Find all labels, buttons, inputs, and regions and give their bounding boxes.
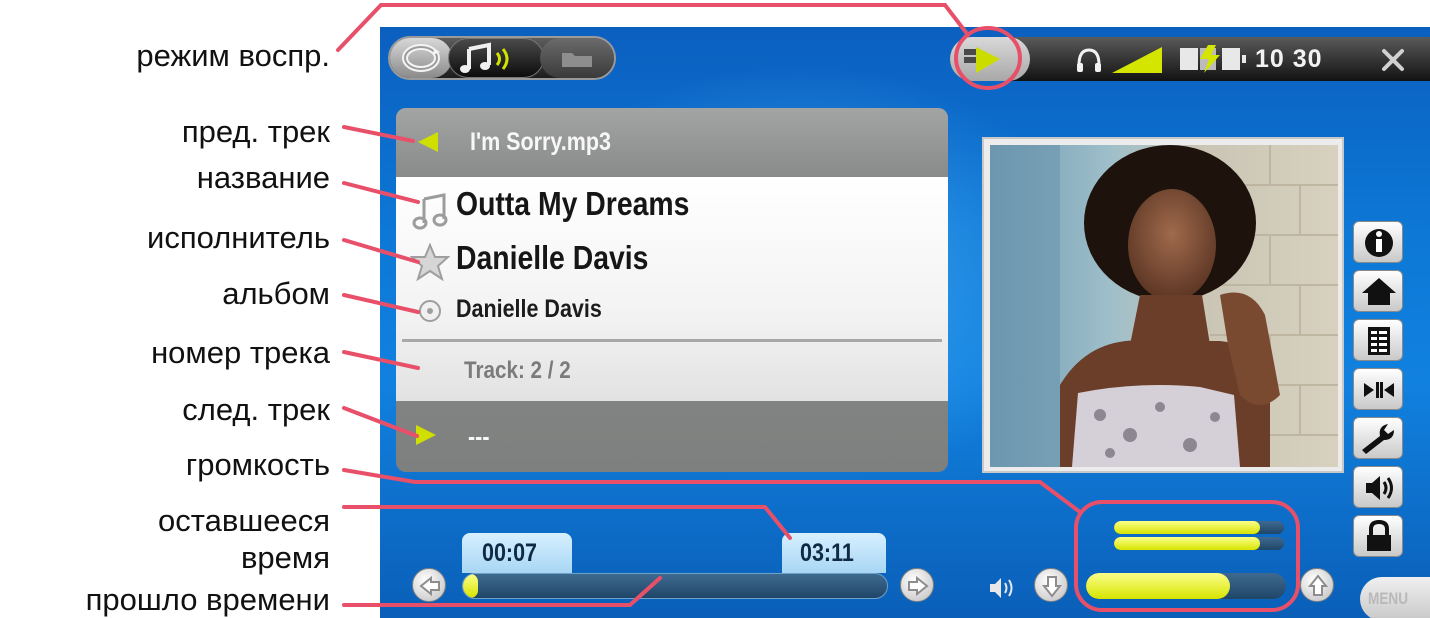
mode-folder-tab[interactable] [540,38,614,78]
player-screen: 10 30 I'm Sorry.mp3 Outta My Dreams Dani… [380,27,1430,618]
chevron-down-icon [1041,576,1063,598]
callout-title: название [196,160,330,195]
progress-bar[interactable] [462,573,888,599]
elapsed-time-tab: 00:07 [462,533,572,573]
callout-volume: громкость [185,447,330,482]
close-icon[interactable] [1380,47,1406,73]
home-icon [1362,278,1396,305]
info-divider [402,339,942,342]
callout-remaining-1: оставшееся [158,503,330,538]
chevron-right-icon [908,575,929,597]
settings-button[interactable] [1353,417,1403,459]
settings-wrench-icon [1362,424,1394,454]
track-info-panel: I'm Sorry.mp3 Outta My Dreams Danielle D… [396,108,948,472]
volume-meter-left-fill [1114,521,1261,534]
album-art [990,145,1338,467]
lock-icon [1367,519,1391,551]
disc-icon [419,300,441,322]
next-track-row[interactable]: --- [396,401,948,472]
elapsed-time: 00:07 [482,539,537,567]
callout-album: альбом [222,276,330,311]
status-bar: 10 30 [950,37,1430,81]
previous-track-name: I'm Sorry.mp3 [470,128,611,156]
playlist-icon [1368,327,1390,355]
remaining-time-tab: 03:11 [782,533,886,573]
track-number: Track: 2 / 2 [464,357,571,384]
volume-slider-fill [1086,573,1230,599]
callout-remaining-2: время [240,540,330,575]
menu-label: MENU [1368,589,1409,608]
volume-button[interactable] [1353,466,1403,508]
callout-next-track: след. трек [182,392,330,427]
ab-repeat-button[interactable] [1353,368,1403,410]
previous-track-row[interactable]: I'm Sorry.mp3 [396,108,948,177]
mode-repeat-tab[interactable] [390,38,452,78]
album-art-frame [982,137,1344,473]
next-arrow-icon [416,425,436,445]
track-title: Outta My Dreams [456,185,690,222]
forward-button[interactable] [900,568,934,602]
music-note-icon [412,193,448,230]
track-album: Danielle Davis [456,295,602,323]
volume-meter-right-fill [1114,537,1261,550]
callout-artist: исполнитель [147,220,330,255]
clock: 10 30 [1255,45,1323,73]
volume-up-button[interactable] [1300,568,1334,602]
signal-wedge-icon [1112,47,1162,73]
home-button[interactable] [1353,270,1403,312]
playlist-button[interactable] [1353,319,1403,361]
mode-music-tab[interactable] [448,38,544,78]
speaker-icon [1366,476,1393,500]
lock-button[interactable] [1353,515,1403,557]
next-track-name: --- [468,423,490,451]
track-artist: Danielle Davis [456,239,649,276]
repeat-icon [402,44,440,72]
volume-meter-right [1114,537,1284,550]
ab-repeat-icon [1364,382,1394,398]
mode-switcher [388,36,616,80]
headphones-icon [1077,48,1101,72]
callout-play-mode: режим воспр. [136,38,330,73]
play-mode-button[interactable] [950,37,1030,81]
play-mode-icon [964,47,1000,73]
remaining-time: 03:11 [800,539,854,567]
callout-elapsed: прошло времени [85,582,330,617]
music-note-icon [460,42,509,73]
album-art-photo [990,145,1338,467]
speaker-icon [990,578,1013,598]
callout-prev-track: пред. трек [181,114,330,149]
menu-button[interactable]: MENU [1360,577,1430,618]
now-playing-box: Outta My Dreams Danielle Davis Danielle … [396,177,948,401]
volume-down-button[interactable] [1034,568,1068,602]
volume-meter-left [1114,521,1284,534]
info-icon [1365,229,1393,257]
folder-icon [562,53,592,67]
previous-arrow-icon [418,132,438,152]
star-icon [410,243,450,281]
rewind-button[interactable] [412,568,446,602]
callout-track-number: номер трека [151,335,330,370]
info-button[interactable] [1353,221,1403,263]
progress-fill [463,574,478,598]
chevron-up-icon [1307,574,1329,596]
battery-charging-icon [1180,45,1246,73]
chevron-left-icon [419,575,440,597]
volume-slider[interactable] [1086,573,1286,599]
